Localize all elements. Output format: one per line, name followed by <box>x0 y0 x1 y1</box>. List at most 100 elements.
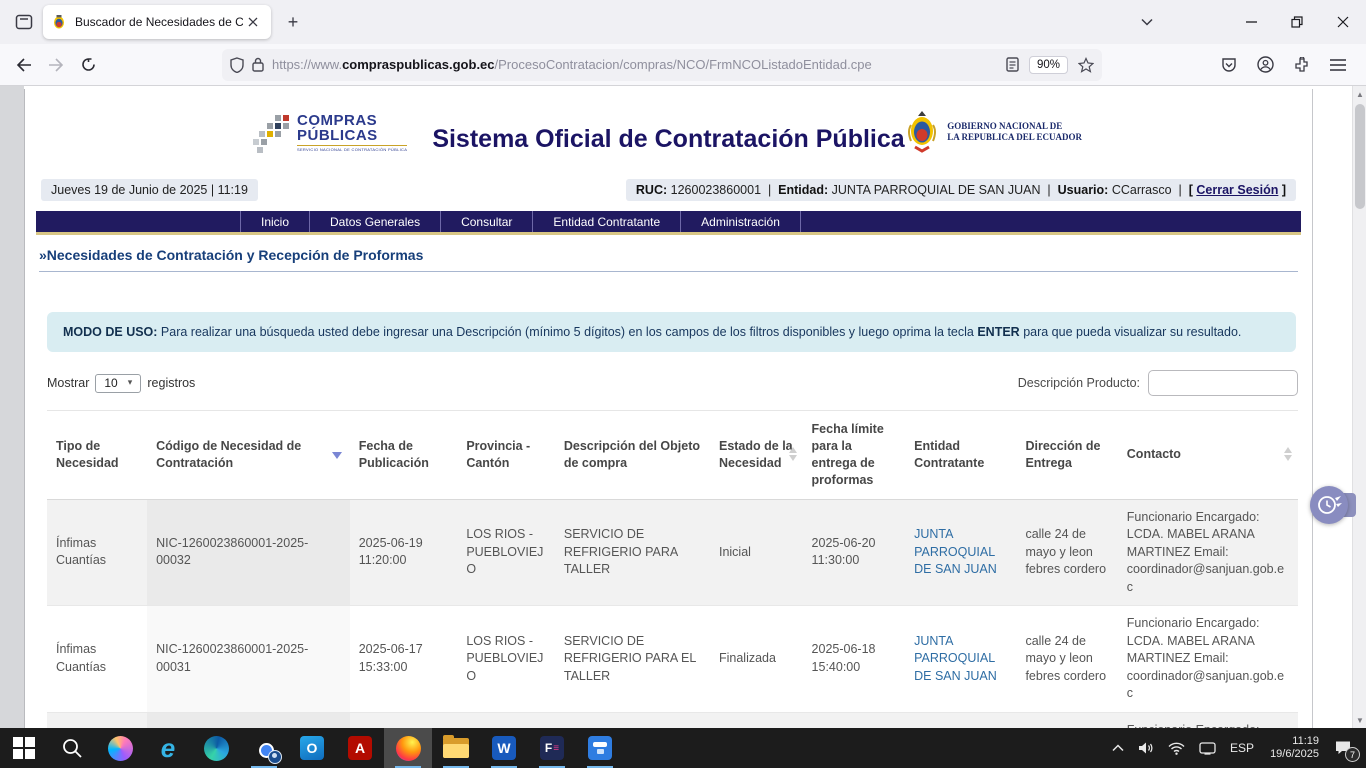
product-filter-label: Descripción Producto: <box>1018 376 1140 390</box>
header-tipo-necesidad[interactable]: Tipo de Necesidad <box>47 411 147 500</box>
tab-close-icon[interactable] <box>243 12 263 32</box>
file-explorer-icon[interactable] <box>432 728 480 768</box>
tab-title: Buscador de Necesidades de Co <box>75 15 243 29</box>
zoom-level-badge[interactable]: 90% <box>1029 56 1068 74</box>
site-content: COMPRAS PÚBLICAS SERVICIO NACIONAL DE CO… <box>24 89 1313 728</box>
chrome-icon[interactable] <box>240 728 288 768</box>
section-title: »Necesidades de Contratación y Recepción… <box>39 247 1298 272</box>
windows-taskbar: e O A W F≡ <box>0 728 1366 768</box>
header-estado[interactable]: Estado de la Necesidad <box>710 411 803 500</box>
page-left-gutter <box>0 86 24 728</box>
entity-link[interactable]: JUNTA PARROQUIAL DE SAN JUAN <box>914 634 997 683</box>
tray-clock[interactable]: 11:19 19/6/2025 <box>1261 735 1328 761</box>
scrollbar-thumb[interactable] <box>1355 104 1365 209</box>
firefox-icon[interactable] <box>384 728 432 768</box>
table-row: Ínfimas Cuantías NIC-1260023860001-2025-… <box>47 606 1298 713</box>
nav-item-entidad-contratante[interactable]: Entidad Contratante <box>532 211 680 232</box>
back-icon[interactable] <box>8 49 40 81</box>
system-tray: ESP 11:19 19/6/2025 7 <box>1105 728 1366 768</box>
session-timer-widget[interactable] <box>1310 486 1348 524</box>
sort-descending-icon <box>332 452 342 459</box>
internet-explorer-icon[interactable]: e <box>144 728 192 768</box>
sort-both-icon <box>1284 447 1292 461</box>
page-main-title: Sistema Oficial de Contratación Pública <box>25 125 1312 154</box>
header-codigo[interactable]: Código de Necesidad de Contratación <box>147 411 350 500</box>
outlook-icon[interactable]: O <box>288 728 336 768</box>
start-button-icon[interactable] <box>0 728 48 768</box>
scroll-up-icon[interactable]: ▲ <box>1353 86 1366 102</box>
window-restore-button[interactable] <box>1274 0 1320 44</box>
nav-item-datos-generales[interactable]: Datos Generales <box>309 211 440 232</box>
browser-toolbar: https://www.compraspublicas.gob.ec/Proce… <box>0 44 1366 86</box>
table-row: Ínfimas Cuantías NIC-1260023860001-2025-… <box>47 712 1298 728</box>
nav-item-administracion[interactable]: Administración <box>680 211 801 232</box>
reload-icon[interactable] <box>72 49 104 81</box>
wifi-icon[interactable] <box>1161 728 1192 768</box>
language-indicator[interactable]: ESP <box>1223 728 1261 768</box>
display-cast-icon[interactable] <box>1192 728 1223 768</box>
nav-item-inicio[interactable]: Inicio <box>240 211 309 232</box>
volume-icon[interactable] <box>1131 728 1161 768</box>
bookmark-star-icon[interactable] <box>1078 57 1094 73</box>
nav-item-consultar[interactable]: Consultar <box>440 211 532 232</box>
header-provincia[interactable]: Provincia - Cantón <box>457 411 555 500</box>
lock-icon[interactable] <box>252 57 264 72</box>
header-descripcion[interactable]: Descripción del Objeto de compra <box>555 411 710 500</box>
edge-icon[interactable] <box>192 728 240 768</box>
tray-chevron-up-icon[interactable] <box>1105 728 1131 768</box>
header-direccion[interactable]: Dirección de Entrega <box>1016 411 1117 500</box>
site-favicon-icon <box>51 14 67 30</box>
header-fecha-limite[interactable]: Fecha límite para la entrega de proforma… <box>803 411 906 500</box>
product-description-input[interactable] <box>1148 370 1298 396</box>
url-text: https://www.compraspublicas.gob.ec/Proce… <box>272 57 1006 72</box>
reader-mode-icon[interactable] <box>1006 57 1019 72</box>
header-fecha-publicacion[interactable]: Fecha de Publicación <box>350 411 458 500</box>
pocket-icon[interactable] <box>1221 57 1237 73</box>
page-scrollbar[interactable]: ▲ ▼ <box>1352 86 1366 728</box>
new-tab-button[interactable]: + <box>279 8 307 36</box>
main-navigation: Inicio Datos Generales Consultar Entidad… <box>36 211 1301 232</box>
table-controls: Mostrar 10▾ registros Descripción Produc… <box>47 370 1298 396</box>
header-contacto[interactable]: Contacto <box>1118 411 1298 500</box>
fes-app-icon[interactable]: F≡ <box>528 728 576 768</box>
needs-table: Tipo de Necesidad Código de Necesidad de… <box>47 410 1298 728</box>
sort-both-icon <box>789 447 797 461</box>
entity-link[interactable]: JUNTA PARROQUIAL DE SAN JUAN <box>914 527 997 576</box>
usage-instructions: MODO DE USO: Para realizar una búsqueda … <box>47 312 1296 352</box>
gold-divider <box>36 232 1301 235</box>
firefox-view-icon[interactable] <box>9 7 39 37</box>
window-close-button[interactable] <box>1320 0 1366 44</box>
url-bar[interactable]: https://www.compraspublicas.gob.ec/Proce… <box>222 49 1102 81</box>
records-per-page-select[interactable]: 10▾ <box>95 374 141 393</box>
table-row: Ínfimas Cuantías NIC-1260023860001-2025-… <box>47 499 1298 606</box>
records-label: registros <box>147 376 195 390</box>
table-header-row: Tipo de Necesidad Código de Necesidad de… <box>47 411 1298 500</box>
forward-icon[interactable] <box>40 49 72 81</box>
menu-hamburger-icon[interactable] <box>1330 59 1346 71</box>
window-minimize-button[interactable] <box>1228 0 1274 44</box>
user-session-badge: RUC: 1260023860001 | Entidad: JUNTA PARR… <box>626 179 1296 201</box>
chrome-profile-badge <box>268 750 282 764</box>
planner-app-icon[interactable] <box>576 728 624 768</box>
list-all-tabs-icon[interactable] <box>1130 5 1164 39</box>
acrobat-icon[interactable]: A <box>336 728 384 768</box>
extensions-icon[interactable] <box>1294 57 1310 73</box>
session-info-row: Jueves 19 de Junio de 2025 | 11:19 RUC: … <box>25 177 1312 203</box>
chevron-down-icon: ▾ <box>128 377 133 388</box>
ecuador-coat-of-arms-icon <box>905 111 939 153</box>
notification-center-icon[interactable]: 7 <box>1328 728 1366 768</box>
winged-clock-icon <box>1310 486 1348 524</box>
tracking-shield-icon[interactable] <box>230 57 244 73</box>
copilot-icon[interactable] <box>96 728 144 768</box>
account-icon[interactable] <box>1257 56 1274 73</box>
scroll-down-icon[interactable]: ▼ <box>1353 712 1366 728</box>
word-icon[interactable]: W <box>480 728 528 768</box>
gobierno-ecuador-logo: GOBIERNO NACIONAL DE LA REPUBLICA DEL EC… <box>905 111 1082 153</box>
page-viewport: COMPRAS PÚBLICAS SERVICIO NACIONAL DE CO… <box>0 86 1366 728</box>
search-icon[interactable] <box>48 728 96 768</box>
header-entidad[interactable]: Entidad Contratante <box>905 411 1016 500</box>
browser-tab[interactable]: Buscador de Necesidades de Co <box>43 5 271 39</box>
site-header: COMPRAS PÚBLICAS SERVICIO NACIONAL DE CO… <box>25 89 1312 177</box>
datetime-badge: Jueves 19 de Junio de 2025 | 11:19 <box>41 179 258 201</box>
logout-link[interactable]: Cerrar Sesión <box>1196 183 1278 197</box>
